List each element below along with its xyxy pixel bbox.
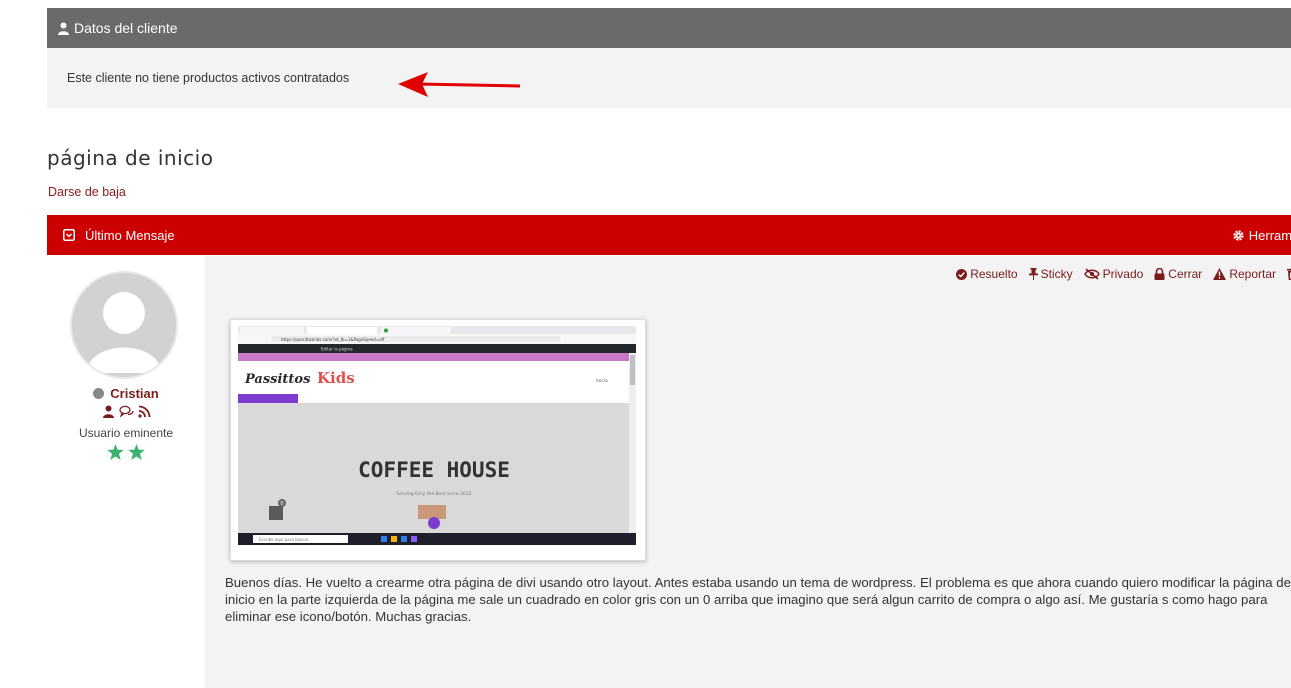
gear-icon [1232, 229, 1249, 242]
check-circle-icon [956, 268, 968, 280]
delete-button[interactable] [1287, 268, 1291, 280]
author-rank: Usuario eminente [78, 426, 174, 440]
author-icons [47, 405, 205, 418]
offline-status-icon [93, 388, 105, 399]
author-panel: Cristian Usuario eminente [47, 256, 205, 688]
lock-icon [1154, 268, 1165, 280]
eye-slash-icon [1083, 268, 1100, 280]
attachment-image[interactable]: https://passittoskids.com/?et_fb=1&PageS… [230, 319, 646, 561]
last-message-bar: Último Mensaje Herrami [47, 215, 1291, 255]
page-title: página de inicio [47, 146, 214, 170]
trash-icon [1287, 268, 1291, 280]
user-icon [57, 22, 74, 35]
client-data-title: Datos del cliente [74, 20, 178, 36]
star-icon [107, 444, 124, 460]
attachment-cart-badge: 0 [280, 501, 283, 507]
tools-label: Herrami [1248, 227, 1291, 243]
close-label: Cerrar [1168, 267, 1203, 281]
post-content: Resuelto Sticky Privado Cerrar Reportar … [205, 256, 1291, 688]
attachment-hero-sub: Serving Only the Best since 2013 [396, 491, 471, 497]
resolved-label: Resuelto [970, 267, 1018, 281]
post-actions: Resuelto Sticky Privado Cerrar Reportar [956, 267, 1291, 281]
pin-icon [1028, 268, 1038, 280]
attachment-search: Escribe aquí para buscar [259, 537, 309, 542]
messages-icon[interactable] [118, 405, 134, 418]
report-button[interactable]: Reportar [1213, 267, 1276, 281]
profile-icon[interactable] [102, 405, 115, 418]
resolved-button[interactable]: Resuelto [956, 267, 1018, 281]
tools-menu[interactable]: Herrami [1232, 215, 1291, 255]
attachment-admin-text: Editar la página [321, 347, 353, 352]
private-button[interactable]: Privado [1083, 267, 1144, 281]
warning-icon [1213, 268, 1227, 280]
red-arrow-annotation [398, 72, 521, 97]
client-data-body: Este cliente no tiene productos activos … [47, 48, 1291, 108]
client-data-header: Datos del cliente [47, 8, 1291, 48]
report-label: Reportar [1229, 267, 1276, 281]
star-icon [128, 444, 145, 460]
attachment-logo-a: Passittos [244, 372, 311, 387]
sticky-label: Sticky [1040, 267, 1073, 281]
post: Cristian Usuario eminente Resuelto Stick… [47, 256, 1291, 688]
attachment-hero-title: COFFEE HOUSE [358, 458, 510, 482]
last-message-title: Último Mensaje [85, 227, 175, 243]
attachment-logo-b: Kids [317, 369, 355, 387]
post-body: Buenos días. He vuelto a crearme otra pá… [225, 575, 1291, 624]
avatar[interactable] [70, 271, 178, 379]
attachment-menu: Inicio [596, 378, 608, 384]
close-topic-button[interactable]: Cerrar [1154, 267, 1202, 281]
author-stars [47, 444, 205, 460]
unsubscribe-link[interactable]: Darse de baja [48, 185, 126, 199]
collapse-icon[interactable] [63, 229, 75, 241]
no-products-text: Este cliente no tiene productos activos … [67, 71, 350, 85]
attachment-url: https://passittoskids.com/?et_fb=1&PageS… [281, 337, 385, 342]
author-name-text: Cristian [110, 386, 159, 401]
rss-icon[interactable] [137, 405, 151, 418]
author-name[interactable]: Cristian [47, 386, 205, 401]
private-label: Privado [1102, 267, 1144, 281]
sticky-button[interactable]: Sticky [1028, 267, 1073, 281]
